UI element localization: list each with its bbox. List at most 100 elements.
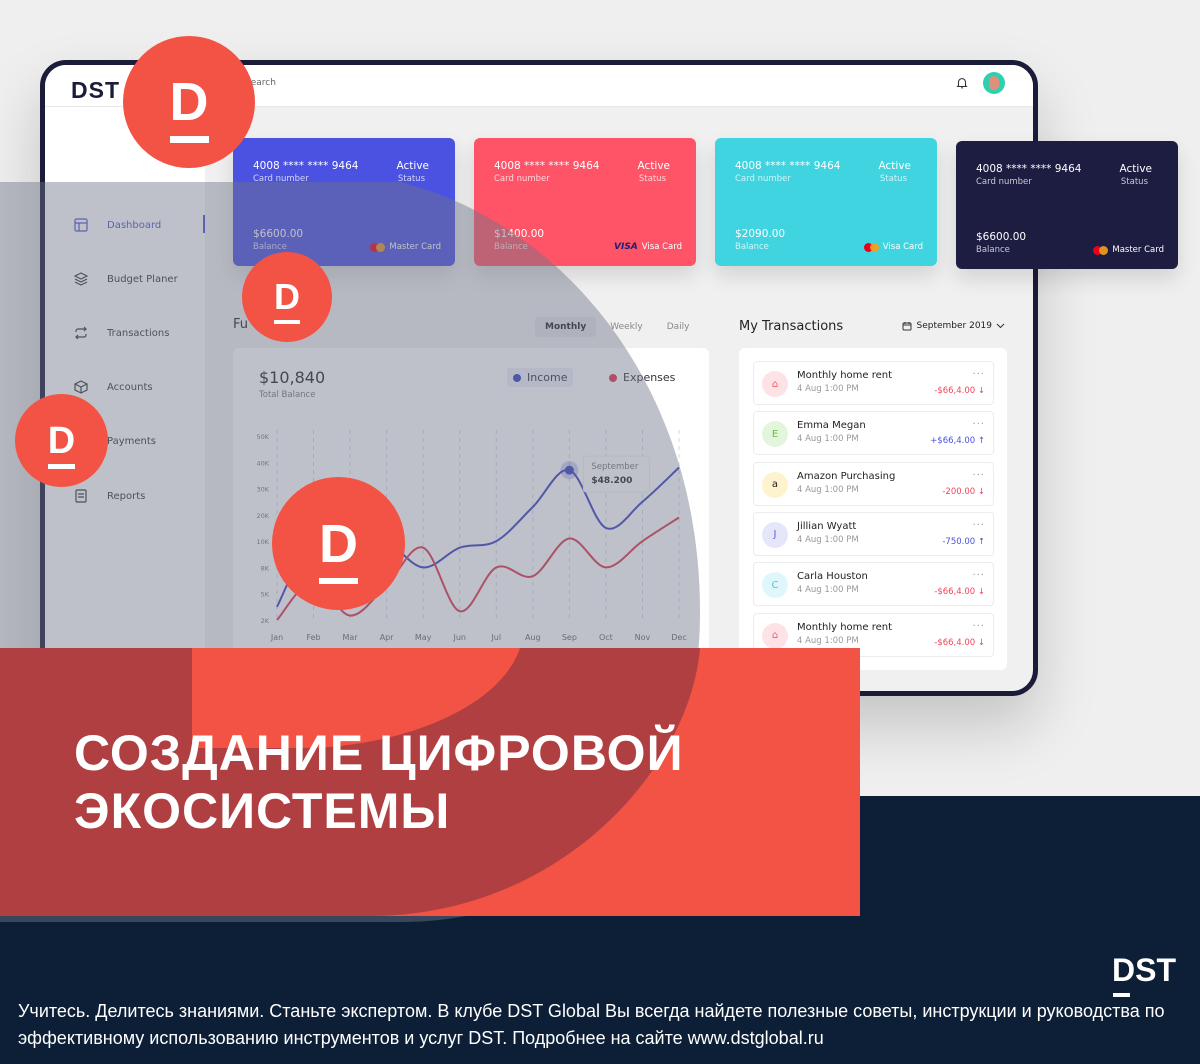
- card-brand: Visa Card: [863, 242, 923, 252]
- sidebar-item-accounts[interactable]: Accounts: [73, 377, 153, 397]
- badge-letter: D: [274, 279, 300, 324]
- card-number: 4008 **** **** 9464: [735, 160, 841, 172]
- card-status: Active: [1119, 163, 1152, 175]
- headline-line-1: СОЗДАНИЕ ЦИФРОВОЙ: [74, 725, 684, 781]
- transaction-amount: -200.00 ↓: [942, 486, 985, 497]
- transaction-time: 4 Aug 1:00 PM: [797, 384, 859, 394]
- card-status-label: Status: [638, 174, 666, 184]
- x-tick-label: Apr: [380, 633, 395, 642]
- headline-line-2: ЭКОСИСТЕМЫ: [74, 783, 451, 839]
- card-status: Active: [878, 160, 911, 172]
- more-icon[interactable]: ...: [972, 517, 985, 528]
- sidebar-item-transactions[interactable]: Transactions: [73, 323, 169, 343]
- transaction-amount: -750.00 ↑: [942, 536, 985, 547]
- headline-banner: СОЗДАНИЕ ЦИФРОВОЙ ЭКОСИСТЕМЫ: [0, 648, 860, 916]
- card-1[interactable]: 4008 **** **** 9464 Card number Active S…: [233, 138, 455, 266]
- card-number: 4008 **** **** 9464: [253, 160, 359, 172]
- d-badge-large: D: [123, 36, 255, 168]
- more-icon[interactable]: ...: [972, 366, 985, 377]
- box-icon: [73, 379, 89, 395]
- transaction-row[interactable]: a Amazon Purchasing 4 Aug 1:00 PM... -200.0…: [753, 461, 994, 506]
- card-brand: VISA Visa Card: [614, 242, 682, 252]
- sidebar-item-label: Accounts: [107, 381, 153, 393]
- more-icon[interactable]: ...: [972, 618, 985, 629]
- card-status-label: Status: [397, 174, 425, 184]
- bell-icon[interactable]: [955, 76, 969, 90]
- sidebar-item-label: Reports: [107, 490, 146, 502]
- user-avatar[interactable]: [983, 72, 1005, 94]
- card-number: 4008 **** **** 9464: [494, 160, 600, 172]
- transaction-name: Monthly home rent: [797, 621, 893, 633]
- transaction-time: 4 Aug 1:00 PM: [797, 484, 859, 495]
- card-status: Active: [637, 160, 670, 172]
- period-dropdown[interactable]: September 2019: [902, 321, 1005, 331]
- card-balance: $6600.00: [253, 228, 304, 240]
- tab-weekly[interactable]: Weekly: [600, 317, 652, 337]
- app-logo[interactable]: DST: [71, 77, 120, 110]
- badge-letter: D: [169, 75, 209, 143]
- card-3[interactable]: 4008 **** **** 9464 Card number Active S…: [715, 138, 937, 266]
- active-indicator: [203, 215, 205, 233]
- transaction-name: Carla Houston: [797, 571, 868, 583]
- card-status-label: Status: [1120, 177, 1148, 187]
- y-tick-label: 5K: [261, 591, 270, 599]
- amazon-icon: a: [762, 471, 788, 498]
- y-tick-label: 2K: [261, 617, 270, 625]
- transaction-row[interactable]: ⌂ Monthly home rent 4 Aug 1:00 PM... -$66,4…: [753, 361, 994, 405]
- card-number-label: Card number: [253, 174, 309, 184]
- tab-daily[interactable]: Daily: [657, 317, 700, 337]
- calendar-icon: [902, 322, 912, 331]
- footer-text: Учитесь. Делитесь знаниями. Станьте эксп…: [18, 1001, 1165, 1048]
- d-badge: D: [242, 252, 332, 342]
- card-brand: Master Card: [370, 242, 441, 252]
- mastercard-icon: [1093, 245, 1109, 255]
- x-tick-label: May: [415, 633, 432, 642]
- card-balance-label: Balance: [253, 242, 287, 252]
- card-brand-label: Visa Card: [641, 242, 682, 252]
- card-balance-label: Balance: [735, 242, 769, 252]
- card-brand-label: Master Card: [389, 242, 441, 252]
- transaction-amount: -$66,4.00 ↓: [934, 637, 985, 648]
- highlight-point: [564, 465, 574, 475]
- d-badge-large: D: [272, 477, 405, 610]
- y-tick-label: 50K: [256, 433, 269, 441]
- footer-logo: DST: [1112, 952, 1176, 997]
- transaction-amount: +$66,4.00 ↑: [930, 436, 985, 447]
- card-brand-label: Visa Card: [882, 242, 923, 252]
- transaction-row[interactable]: J Jillian Wyatt 4 Aug 1:00 PM... -750.00 ↑: [753, 511, 994, 556]
- transaction-row[interactable]: E Emma Megan 4 Aug 1:00 PM... +$66,4.00 ↑: [753, 411, 994, 456]
- more-icon[interactable]: ...: [972, 467, 985, 478]
- badge-underline: [274, 319, 300, 324]
- y-tick-label: 10K: [256, 538, 269, 546]
- tab-monthly[interactable]: Monthly: [535, 317, 597, 337]
- card-4[interactable]: 4008 **** **** 9464 Card number Active S…: [956, 141, 1178, 269]
- card-2[interactable]: 4008 **** **** 9464 Card number Active S…: [474, 138, 696, 266]
- more-icon[interactable]: ...: [972, 567, 985, 578]
- x-tick-label: Nov: [635, 633, 651, 642]
- x-tick-label: Aug: [525, 633, 541, 642]
- y-tick-label: 8K: [261, 564, 270, 572]
- x-tick-label: Sep: [562, 633, 577, 642]
- sidebar-item-budget-planer[interactable]: Budget Planer: [73, 269, 178, 289]
- x-tick-label: Feb: [306, 633, 320, 642]
- x-tick-label: Dec: [671, 633, 686, 642]
- badge-underline: [169, 136, 209, 143]
- card-number: 4008 **** **** 9464: [976, 163, 1082, 175]
- transaction-row[interactable]: C Carla Houston 4 Aug 1:00 PM... -$66,4.00 …: [753, 562, 994, 607]
- transaction-time: 4 Aug 1:00 PM: [797, 635, 859, 646]
- transaction-name: Amazon Purchasing: [797, 470, 896, 482]
- transaction-name: Emma Megan: [797, 420, 866, 432]
- sidebar-item-dashboard[interactable]: Dashboard: [73, 215, 161, 235]
- airbnb-icon: ⌂: [762, 371, 788, 397]
- transaction-time: 4 Aug 1:00 PM: [797, 534, 859, 545]
- transaction-time: 4 Aug 1:00 PM: [797, 434, 859, 445]
- tooltip-label: September: [591, 462, 638, 472]
- mastercard-icon: [370, 242, 386, 252]
- period-tabs: Monthly Weekly Daily: [535, 317, 699, 337]
- more-icon[interactable]: ...: [972, 416, 985, 427]
- card-number-label: Card number: [494, 174, 550, 184]
- card-balance: $1400.00: [494, 228, 545, 240]
- card-brand: Master Card: [1093, 245, 1164, 255]
- funds-title-text: Fu: [233, 317, 249, 332]
- sidebar-item-reports[interactable]: Reports: [73, 486, 145, 506]
